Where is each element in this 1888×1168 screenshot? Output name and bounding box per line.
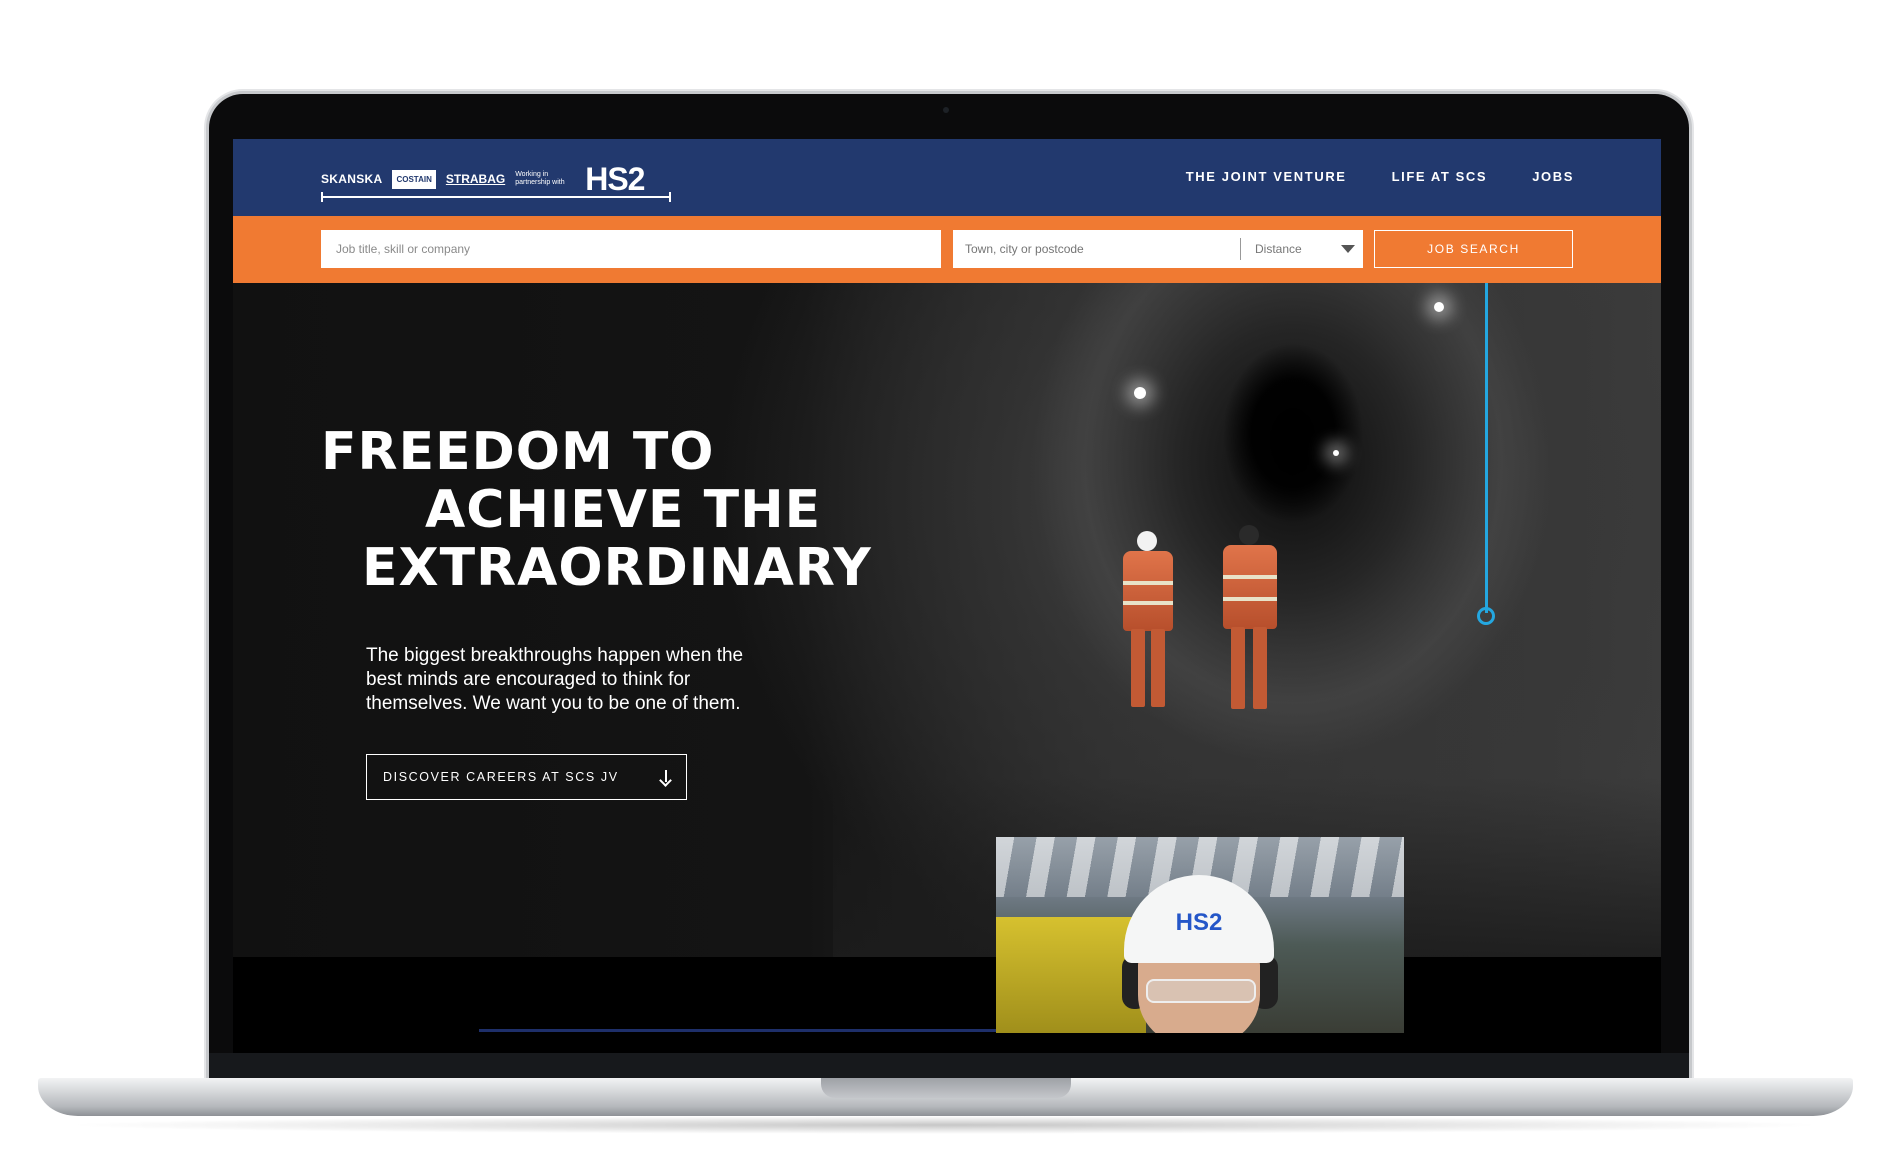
main-nav: THE JOINT VENTURE LIFE AT SCS JOBS <box>1186 169 1574 184</box>
partner-logos[interactable]: SKANSKA COSTAIN STRABAG Working in partn… <box>321 159 645 199</box>
cable-node <box>1477 607 1495 625</box>
laptop-bezel <box>209 1053 1689 1078</box>
job-search-bar: Distance JOB SEARCH <box>233 216 1661 283</box>
arrow-down-icon <box>660 770 672 784</box>
laptop-mockup: SKANSKA COSTAIN STRABAG Working in partn… <box>0 0 1888 1168</box>
costain-logo: COSTAIN <box>392 169 436 189</box>
job-keyword-input[interactable] <box>321 230 941 268</box>
hero-title-line: EXTRAORDINARY <box>362 538 872 598</box>
location-input[interactable] <box>953 230 1238 268</box>
job-search-button[interactable]: JOB SEARCH <box>1374 230 1573 268</box>
distance-label: Distance <box>1255 242 1302 256</box>
safety-glasses <box>1146 979 1256 1003</box>
partnership-text: Working in partnership with <box>515 171 565 186</box>
hs2-logo: HS2 <box>585 160 645 197</box>
site-header: SKANSKA COSTAIN STRABAG Working in partn… <box>233 139 1661 216</box>
laptop-shadow <box>60 1116 1830 1134</box>
camera-icon <box>943 107 949 113</box>
browser-screen: SKANSKA COSTAIN STRABAG Working in partn… <box>233 139 1661 1053</box>
location-group: Distance <box>953 230 1363 268</box>
discover-careers-button[interactable]: DISCOVER CAREERS AT SCS JV <box>366 754 687 800</box>
tunnel-light <box>1333 450 1339 456</box>
below-hero-band <box>233 957 1661 1053</box>
hero-section: FREEDOM TO ACHIEVE THE EXTRAORDINARY The… <box>233 283 1661 957</box>
strabag-logo: STRABAG <box>445 172 506 186</box>
hero-description: The biggest breakthroughs happen when th… <box>366 645 744 714</box>
worker-figure <box>1209 525 1289 715</box>
discover-careers-label: DISCOVER CAREERS AT SCS JV <box>383 770 619 784</box>
video-thumbnail[interactable]: HS2 <box>996 837 1404 1033</box>
nav-jobs[interactable]: JOBS <box>1532 169 1574 184</box>
laptop-notch <box>821 1078 1071 1098</box>
skanska-logo: SKANSKA <box>321 172 383 186</box>
hero-title: FREEDOM TO ACHIEVE THE EXTRAORDINARY <box>321 423 872 597</box>
logo-underline <box>321 192 671 202</box>
hard-hat-label: HS2 <box>1175 909 1223 936</box>
distance-select[interactable]: Distance <box>1255 230 1355 268</box>
chevron-down-icon <box>1341 245 1355 253</box>
cable-line <box>1485 283 1488 613</box>
hero-title-line: FREEDOM TO <box>321 422 715 482</box>
hero-title-line: ACHIEVE THE <box>425 480 822 540</box>
nav-life-at-scs[interactable]: LIFE AT SCS <box>1392 169 1488 184</box>
tunnel-light <box>1434 302 1444 312</box>
nav-joint-venture[interactable]: THE JOINT VENTURE <box>1186 169 1347 184</box>
worker-figure <box>1109 531 1189 711</box>
tunnel-light <box>1134 387 1146 399</box>
divider <box>1240 238 1241 260</box>
